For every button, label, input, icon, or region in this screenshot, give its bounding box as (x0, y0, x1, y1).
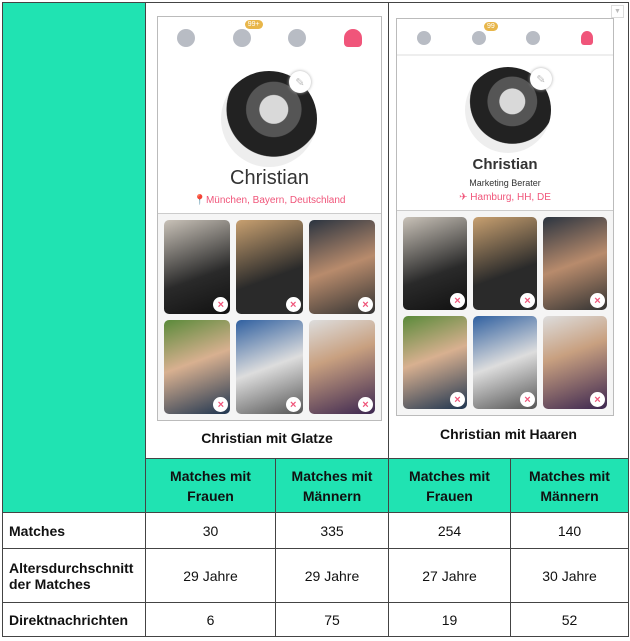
profile-job: Marketing Berater (469, 178, 541, 188)
remove-photo-icon[interactable]: × (520, 293, 535, 308)
remove-photo-icon[interactable]: × (358, 397, 373, 412)
header-cell: Matches mit Männern (510, 458, 629, 513)
profile-icon (580, 31, 593, 45)
edit-icon[interactable]: ✎ (530, 68, 552, 90)
remove-photo-icon[interactable]: × (285, 397, 301, 412)
table-cell: 29 Jahre (145, 548, 276, 603)
header-cell: Matches mit Frauen (388, 458, 511, 513)
remove-photo-icon[interactable]: × (520, 392, 535, 407)
remove-photo-icon[interactable]: × (285, 297, 301, 312)
profile-name: Christian (472, 156, 538, 173)
profile-name: Christian (230, 167, 309, 189)
badge: 99 (483, 22, 498, 31)
chat-icon (526, 31, 541, 45)
table-cell: 30 Jahre (510, 548, 629, 603)
photo[interactable]: × (403, 316, 467, 409)
table-cell: 19 (388, 602, 511, 637)
table-cell: 29 Jahre (275, 548, 389, 603)
row-label: Direktnachrichten (2, 602, 146, 637)
profile-location: Hamburg, HH, DE (470, 192, 551, 203)
table-cell: 6 (145, 602, 276, 637)
header-cell: Matches mit Frauen (145, 458, 276, 513)
chat-icon (288, 29, 307, 47)
sparkle-icon: 99 (471, 22, 498, 45)
caption: Christian mit Haaren (440, 426, 577, 442)
remove-photo-icon[interactable]: × (358, 297, 373, 312)
caption: Christian mit Glatze (201, 430, 333, 446)
photo[interactable]: × (473, 217, 537, 310)
edit-icon[interactable]: ✎ (289, 71, 311, 93)
photo[interactable]: × (236, 320, 303, 414)
badge: 99+ (244, 20, 263, 29)
photo[interactable]: × (308, 220, 375, 314)
photo[interactable]: × (543, 217, 607, 310)
row-label: Altersdurchschnitt der Matches (2, 548, 146, 603)
table-cell: 27 Jahre (388, 548, 511, 603)
remove-photo-icon[interactable]: × (590, 392, 605, 407)
remove-photo-icon[interactable]: × (450, 392, 465, 407)
table-cell: 52 (510, 602, 629, 637)
table-cell: 30 (145, 512, 276, 549)
corner-cell (2, 2, 146, 513)
table-cell: 335 (275, 512, 389, 549)
photo[interactable]: × (543, 316, 607, 409)
photo[interactable]: × (473, 316, 537, 409)
photo[interactable]: × (403, 217, 467, 310)
remove-photo-icon[interactable]: × (590, 293, 605, 308)
flame-icon (417, 31, 432, 45)
dropdown-icon[interactable]: ▼ (611, 5, 624, 18)
table-cell: 254 (388, 512, 511, 549)
photo[interactable]: × (164, 320, 231, 414)
sparkle-icon: 99+ (232, 20, 263, 47)
profile-screenshot-bald: 99+ ✎ Christian 📍München, Bayern, Deutsc… (157, 16, 382, 421)
photo[interactable]: × (164, 220, 231, 314)
remove-photo-icon[interactable]: × (213, 297, 229, 312)
header-cell: Matches mit Männern (275, 458, 389, 513)
flame-icon (176, 29, 195, 47)
photo[interactable]: × (308, 320, 375, 414)
location-pin-icon: 📍 (193, 195, 206, 206)
profile-screenshot-hair: 99 ✎ Christian Marketing Berater ✈ Hambu… (396, 18, 614, 416)
location-pin-icon: ✈ (459, 192, 471, 203)
profile-icon (344, 29, 363, 47)
photo[interactable]: × (236, 220, 303, 314)
remove-photo-icon[interactable]: × (450, 293, 465, 308)
row-label: Matches (2, 512, 146, 549)
table-cell: 75 (275, 602, 389, 637)
table-cell: 140 (510, 512, 629, 549)
profile-location: München, Bayern, Deutschland (205, 195, 346, 206)
remove-photo-icon[interactable]: × (213, 397, 229, 412)
